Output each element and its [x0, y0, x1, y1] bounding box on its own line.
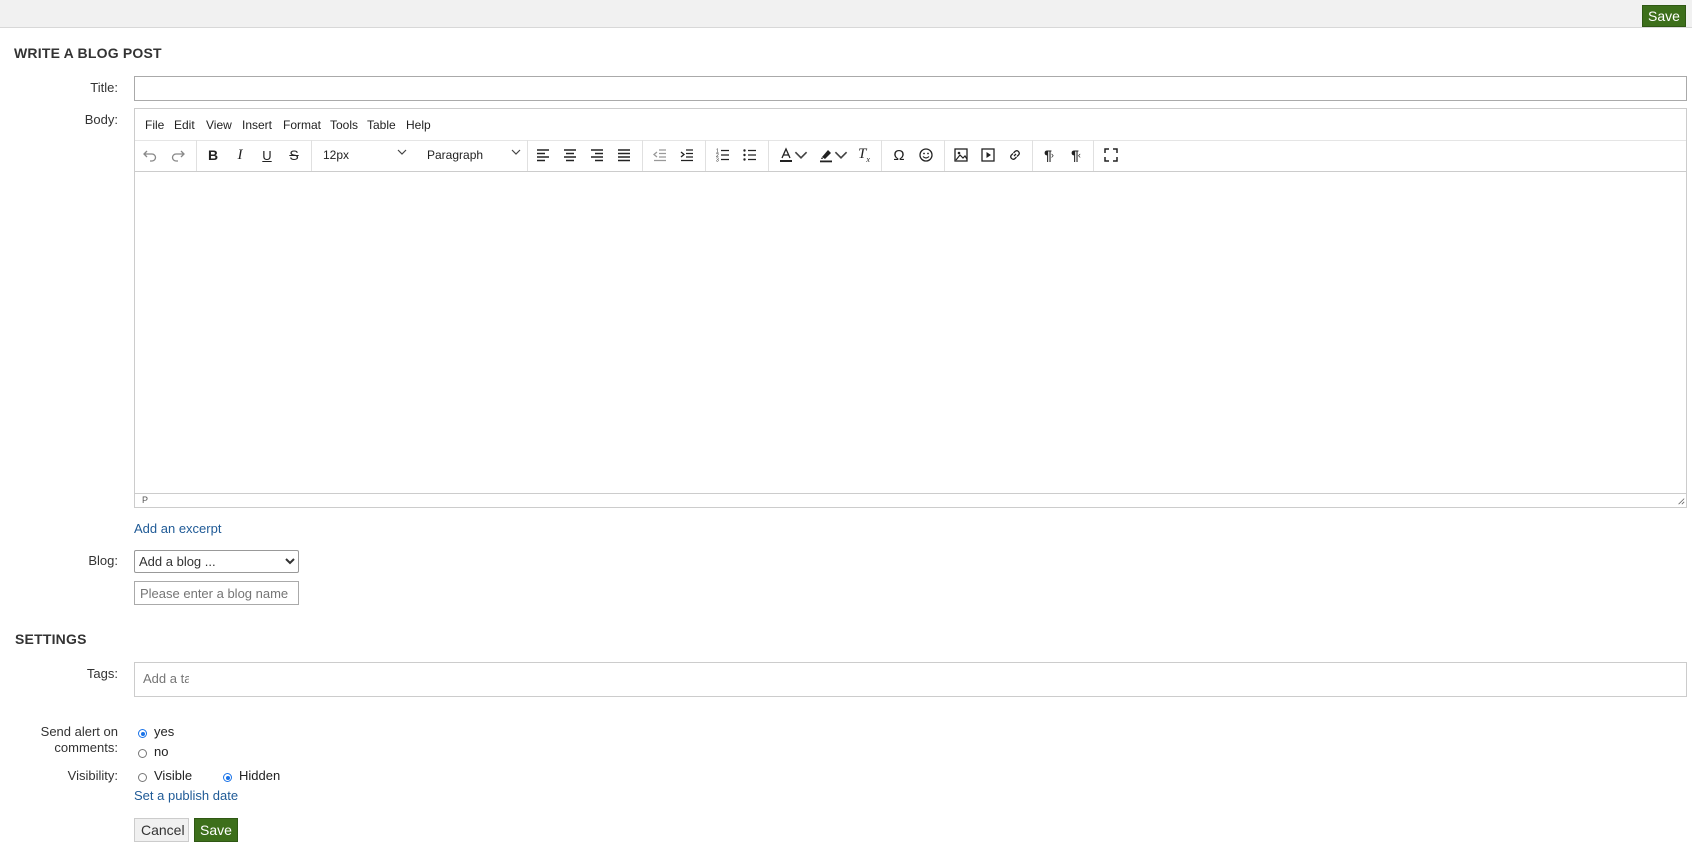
save-button[interactable]: Save — [194, 818, 238, 842]
tags-label: Tags: — [86, 666, 118, 681]
font-size-select[interactable]: 12px — [323, 144, 413, 166]
menu-insert[interactable]: Insert — [242, 118, 272, 132]
numbered-list-icon[interactable]: 123 — [711, 144, 735, 166]
editor-menubar: File Edit View Insert Format Tools Table… — [135, 109, 1686, 141]
blog-select[interactable]: Add a blog ... — [134, 550, 299, 573]
set-publish-date-link[interactable]: Set a publish date — [134, 788, 238, 803]
menu-format[interactable]: Format — [283, 118, 321, 132]
title-label: Title: — [90, 80, 118, 95]
menu-help[interactable]: Help — [406, 118, 431, 132]
align-justify-icon[interactable] — [612, 144, 636, 166]
chevron-down-icon[interactable] — [794, 144, 808, 166]
alert-no-radio[interactable] — [138, 749, 147, 758]
underline-icon[interactable]: U — [255, 144, 279, 166]
menu-table[interactable]: Table — [367, 118, 396, 132]
visibility-visible-radio[interactable] — [138, 773, 147, 782]
menu-tools[interactable]: Tools — [330, 118, 358, 132]
alert-yes-radio[interactable] — [138, 729, 147, 738]
editor-toolbar: B I U S 12px Paragraph 1 2 3 Tx Ω ¶ › ¶ … — [135, 140, 1686, 172]
chevron-down-icon — [511, 146, 521, 160]
add-excerpt-link[interactable]: Add an excerpt — [134, 521, 221, 536]
top-save-button[interactable]: Save — [1642, 5, 1686, 27]
menu-view[interactable]: View — [206, 118, 232, 132]
body-label: Body: — [84, 112, 118, 127]
visibility-hidden-label: Hidden — [239, 768, 281, 783]
cancel-button[interactable]: Cancel — [134, 818, 189, 842]
menu-edit[interactable]: Edit — [174, 118, 195, 132]
chevron-down-icon[interactable] — [834, 144, 848, 166]
page-title: WRITE A BLOG POST — [14, 45, 162, 61]
image-icon[interactable] — [949, 144, 973, 166]
emoticon-icon[interactable] — [914, 144, 938, 166]
clear-formatting-icon[interactable]: Tx — [852, 144, 876, 166]
align-right-icon[interactable] — [585, 144, 609, 166]
editor-statusbar: P — [135, 493, 1686, 507]
ltr-icon[interactable]: ¶ › — [1037, 144, 1061, 166]
block-format-value: Paragraph — [427, 148, 484, 162]
align-center-icon[interactable] — [558, 144, 582, 166]
tags-input[interactable] — [143, 671, 189, 686]
blog-name-input[interactable] — [134, 581, 299, 605]
rich-text-editor: File Edit View Insert Format Tools Table… — [134, 108, 1687, 508]
send-alert-label: Send alert on comments: — [10, 724, 118, 756]
tags-field[interactable] — [134, 662, 1687, 697]
bullet-list-icon[interactable] — [738, 144, 762, 166]
visibility-visible-label: Visible — [154, 768, 193, 783]
visibility-label: Visibility: — [67, 768, 118, 783]
element-path: P — [142, 495, 149, 505]
top-bar: Save — [0, 0, 1692, 28]
visibility-hidden-radio[interactable] — [223, 773, 232, 782]
fullscreen-icon[interactable] — [1099, 144, 1123, 166]
title-input[interactable] — [134, 76, 1687, 101]
block-format-select[interactable]: Paragraph — [427, 144, 523, 166]
indent-icon[interactable] — [675, 144, 699, 166]
link-icon[interactable] — [1003, 144, 1027, 166]
bold-icon[interactable]: B — [201, 144, 225, 166]
send-alert-label-line2: comments: — [54, 740, 118, 755]
alert-yes-label: yes — [154, 724, 175, 739]
media-icon[interactable] — [976, 144, 1000, 166]
align-left-icon[interactable] — [531, 144, 555, 166]
blog-label: Blog: — [88, 553, 118, 568]
resize-handle-icon[interactable] — [1677, 497, 1685, 507]
outdent-icon[interactable] — [648, 144, 672, 166]
alert-no-label: no — [154, 744, 169, 759]
send-alert-label-line1: Send alert on — [40, 724, 118, 739]
strikethrough-icon[interactable]: S — [282, 144, 306, 166]
redo-icon[interactable] — [166, 144, 190, 166]
undo-icon[interactable] — [138, 144, 162, 166]
special-character-icon[interactable]: Ω — [887, 144, 911, 166]
italic-icon[interactable]: I — [228, 144, 252, 166]
rtl-icon[interactable]: ¶ ‹ — [1064, 144, 1088, 166]
chevron-down-icon — [397, 146, 407, 160]
settings-heading: SETTINGS — [15, 631, 87, 647]
menu-file[interactable]: File — [145, 118, 164, 132]
svg-text:3: 3 — [716, 158, 719, 164]
font-size-value: 12px — [323, 148, 350, 162]
